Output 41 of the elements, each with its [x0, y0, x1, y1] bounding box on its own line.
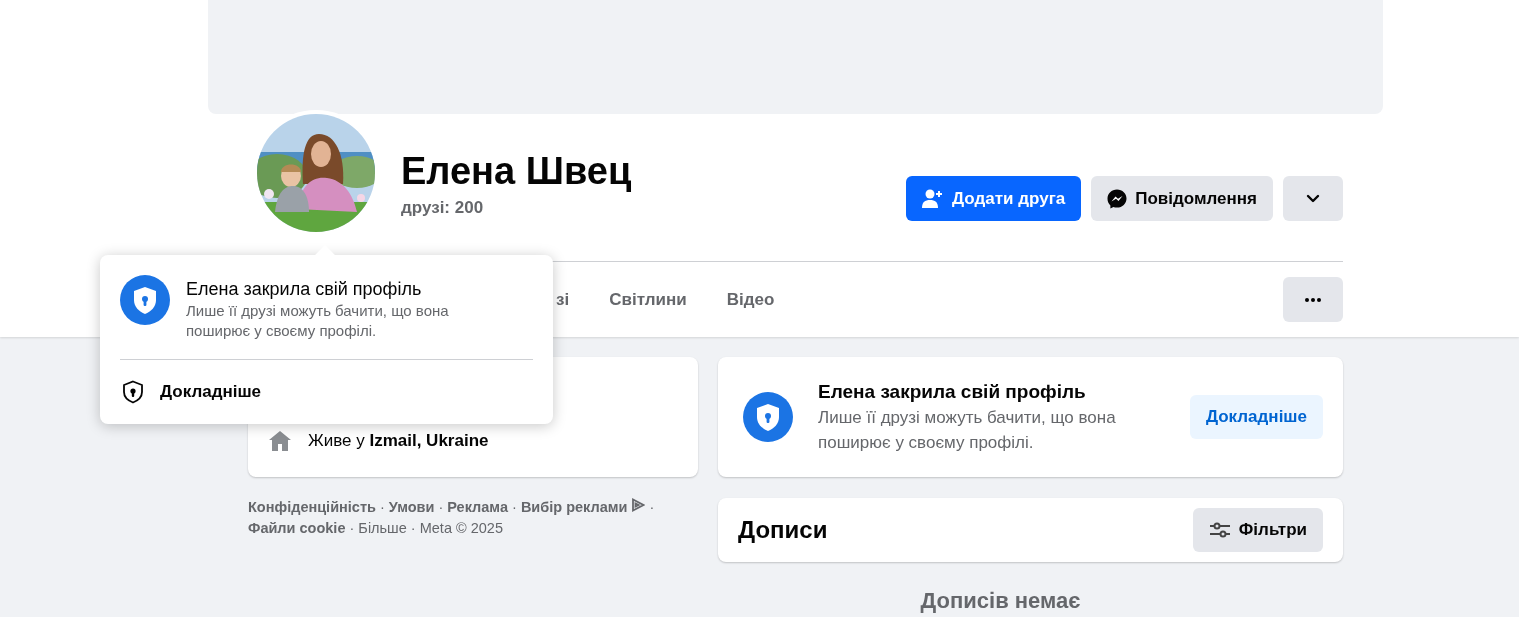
separator-dot: · [349, 520, 355, 536]
footer-link[interactable]: Реклама [447, 499, 508, 515]
home-icon [268, 430, 292, 452]
separator-dot: · [379, 499, 385, 515]
more-options-button[interactable] [1283, 176, 1343, 221]
profile-tab[interactable]: Відео [706, 277, 795, 322]
ad-choices-icon [631, 498, 646, 512]
footer-link[interactable]: Файли cookie [248, 520, 346, 536]
separator-dot: · [438, 499, 444, 515]
friends-count-link[interactable]: друзі: 200 [401, 198, 632, 218]
separator-dot: · [649, 499, 655, 515]
popup-description: Лише її друзі можуть бачити, що вона поширює у своєму профілі. [186, 301, 450, 341]
footer-link[interactable]: Умови [388, 499, 435, 515]
learn-more-button[interactable]: Докладніше [1189, 395, 1323, 439]
add-friend-icon [922, 188, 945, 209]
posts-title: Дописи [738, 516, 828, 544]
footer-link[interactable]: Конфіденційність [248, 499, 376, 515]
shield-lock-icon [743, 392, 793, 442]
filters-button[interactable]: Фільтри [1192, 508, 1323, 552]
no-posts-text: Дописів немає [920, 588, 1081, 613]
messenger-icon [1107, 188, 1128, 209]
tabs-more-button[interactable] [1283, 277, 1343, 322]
message-button[interactable]: Повідомлення [1091, 176, 1273, 221]
profile-tab[interactable]: Світлини [589, 277, 707, 322]
separator-dot: · [512, 499, 517, 515]
learn-more-menu-item[interactable]: Докладніше [100, 360, 553, 424]
footer-link[interactable]: Meta © 2025 [419, 520, 503, 536]
footer-link[interactable]: Більше [358, 520, 407, 536]
popup-title: Елена закрила свій профіль [186, 278, 423, 301]
more-dots-icon [1305, 297, 1321, 302]
locked-title: Елена закрила свій профіль [818, 380, 1087, 404]
sliders-icon [1208, 522, 1231, 538]
lives-in-text: Живе у Izmail, Ukraine [308, 431, 489, 451]
locked-description: Лише її друзі можуть бачити, що вона поширює у своєму профілі. [818, 407, 1117, 454]
separator-dot: · [410, 520, 416, 536]
shield-lock-icon [120, 275, 170, 325]
profile-name: Елена Швец [401, 149, 632, 194]
chevron-down-icon [1306, 194, 1320, 203]
footer-link[interactable]: Вибір реклами [520, 499, 628, 515]
add-friend-button[interactable]: Додати друга [906, 176, 1082, 221]
shield-outline-icon [122, 380, 144, 404]
